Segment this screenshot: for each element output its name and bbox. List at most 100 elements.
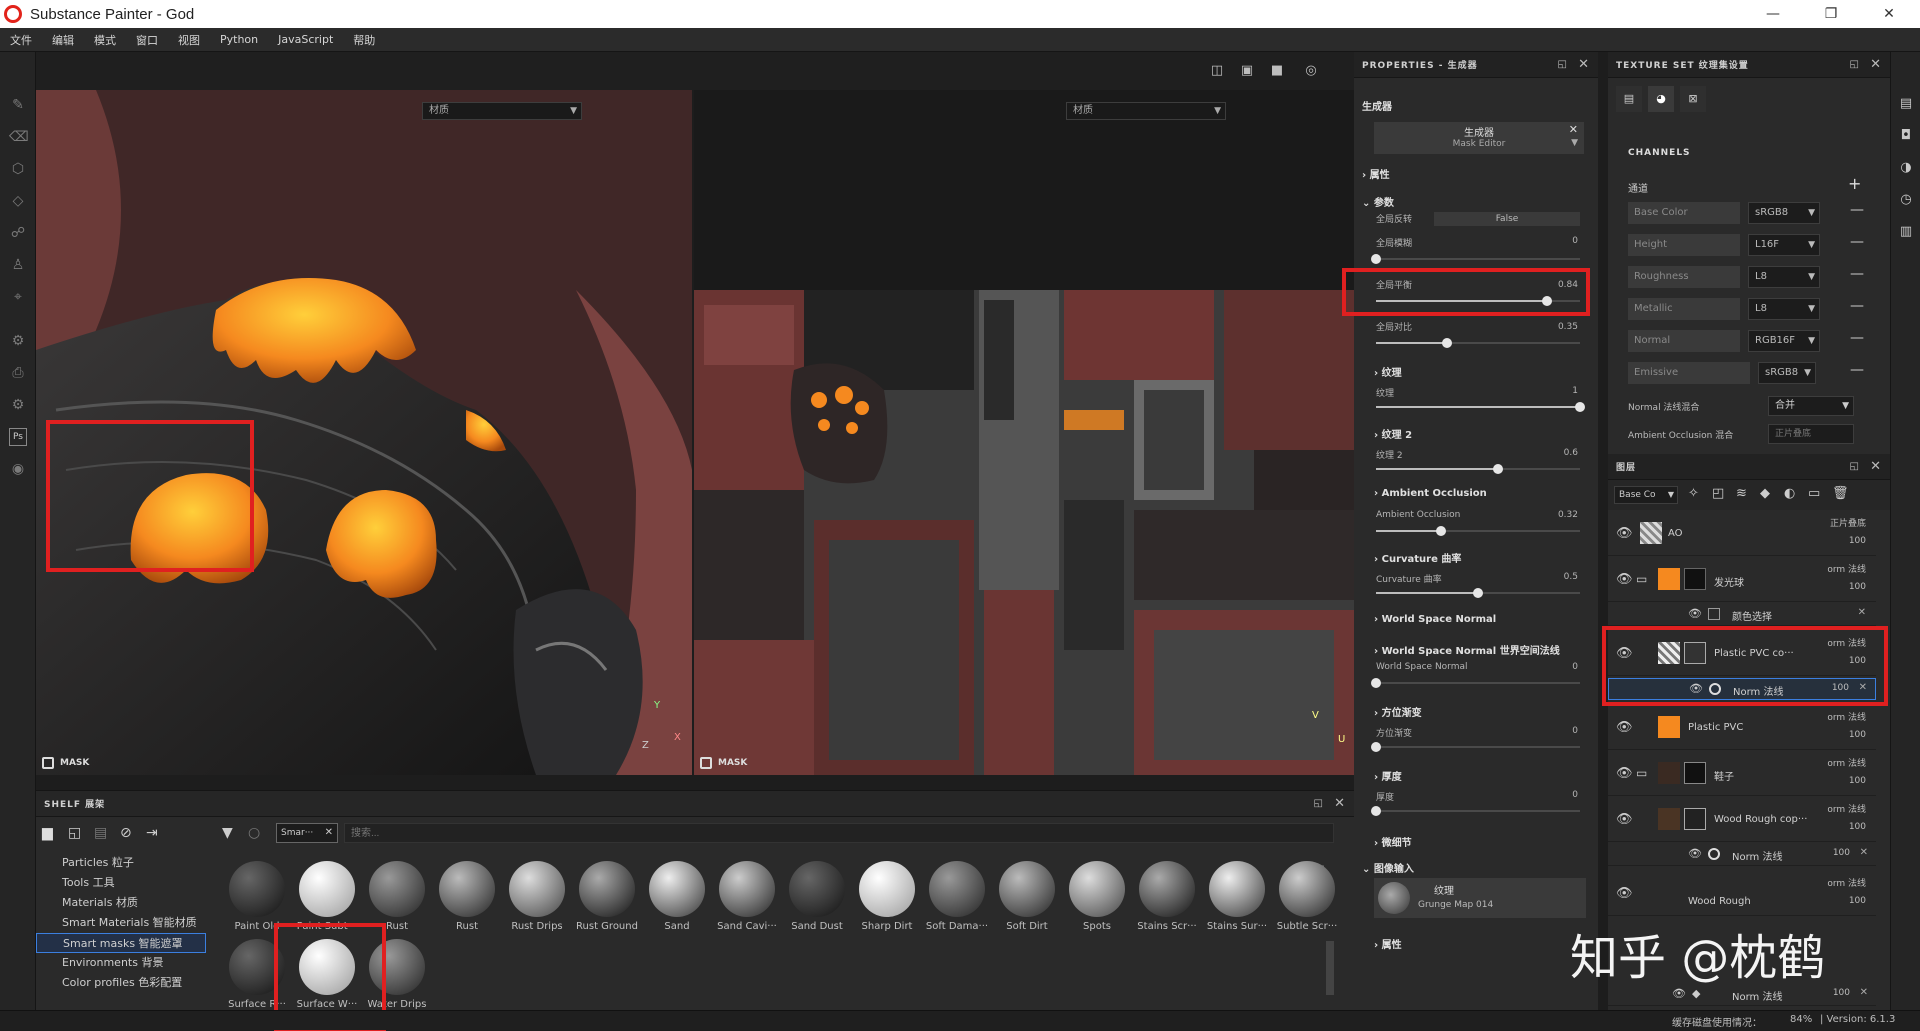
visibility-eye-icon[interactable]: 👁 bbox=[1616, 766, 1633, 781]
wsn-slider[interactable] bbox=[1371, 678, 1580, 688]
hide-icon[interactable]: ⊘ bbox=[120, 825, 132, 841]
layer-blend-mode[interactable]: orm 法线 bbox=[1827, 562, 1866, 575]
camera-icon[interactable]: ◉ bbox=[9, 460, 27, 478]
wsn-section[interactable]: › World Space Normal bbox=[1374, 614, 1618, 625]
slider-knob[interactable] bbox=[1436, 526, 1447, 536]
viewport-2d-material-select[interactable]: 材质 ▼ bbox=[1066, 102, 1226, 120]
thickness-section[interactable]: › 厚度 bbox=[1374, 768, 1618, 783]
remove-channel-button[interactable]: — bbox=[1850, 330, 1864, 346]
wsn2-section[interactable]: › World Space Normal 世界空间法线 bbox=[1374, 642, 1598, 657]
menu-python[interactable]: Python bbox=[210, 33, 268, 46]
visibility-eye-icon[interactable]: 👁 bbox=[1688, 847, 1702, 860]
remove-effect-icon[interactable]: ✕ bbox=[1860, 847, 1868, 858]
remove-effect-icon[interactable]: ✕ bbox=[1860, 987, 1868, 998]
category-item[interactable]: Tools 工具 bbox=[36, 873, 206, 893]
channel-view-select[interactable]: Base Co ▼ bbox=[1614, 486, 1678, 504]
image-input-slot[interactable]: 纹理 Grunge Map 014 bbox=[1374, 878, 1586, 918]
generator-selector[interactable]: 生成器 Mask Editor ✕ ▼ bbox=[1374, 122, 1584, 154]
visibility-eye-icon[interactable]: 👁 bbox=[1616, 572, 1633, 587]
remove-channel-button[interactable]: — bbox=[1850, 362, 1864, 378]
layer-row[interactable]: 👁 ▭ 鞋子 orm 法线 100 bbox=[1608, 752, 1876, 796]
filter-icon[interactable]: ▼ bbox=[222, 825, 233, 841]
layer-blend-mode[interactable]: orm 法线 bbox=[1827, 876, 1866, 889]
image-input-section[interactable]: ⌄ 图像输入 bbox=[1362, 860, 1606, 875]
tab-texture-set-settings-icon[interactable]: ▤ bbox=[1616, 86, 1642, 112]
menu-window[interactable]: 窗口 bbox=[126, 32, 168, 48]
viewport-3d-material-select[interactable]: 材质 ▼ bbox=[422, 102, 582, 120]
shelf-scrollbar[interactable] bbox=[1326, 941, 1334, 995]
slider-knob[interactable] bbox=[1371, 254, 1381, 264]
menu-edit[interactable]: 编辑 bbox=[42, 32, 84, 48]
channel-name[interactable]: Normal bbox=[1628, 330, 1740, 352]
viewport-2d[interactable]: 材质 ▼ MASK V U bbox=[694, 90, 1354, 775]
shelf-item[interactable]: Stains Scr··· bbox=[1132, 861, 1202, 932]
shelf-item[interactable]: Paint Old bbox=[222, 861, 292, 932]
remove-generator-icon[interactable]: ✕ bbox=[1569, 123, 1578, 136]
layer-effect-row[interactable]: 👁 Norm 法线 100 ✕ bbox=[1608, 844, 1876, 866]
curvature-section[interactable]: › Curvature 曲率 bbox=[1374, 550, 1618, 565]
slider-knob[interactable] bbox=[1575, 402, 1585, 412]
shelf-item[interactable]: Rust bbox=[362, 861, 432, 932]
checkbox-icon[interactable] bbox=[1708, 608, 1720, 620]
shelf-item[interactable]: Rust bbox=[432, 861, 502, 932]
layer-opacity[interactable]: 100 bbox=[1849, 536, 1866, 546]
add-fill-layer-icon[interactable]: ◆ bbox=[1760, 486, 1770, 501]
new-folder-icon[interactable]: ◱ bbox=[68, 825, 81, 841]
remove-channel-button[interactable]: — bbox=[1850, 266, 1864, 282]
remove-filter-icon[interactable]: ✕ bbox=[325, 824, 333, 842]
smudge-icon[interactable]: ☍ bbox=[9, 224, 27, 242]
shelf-item[interactable]: Sand Cavi··· bbox=[712, 861, 782, 932]
channel-name[interactable]: Emissive bbox=[1628, 362, 1750, 384]
ao-slider[interactable] bbox=[1376, 526, 1580, 536]
visibility-eye-icon[interactable]: 👁 bbox=[1616, 720, 1633, 735]
export-icon[interactable]: ⎙ bbox=[9, 364, 27, 382]
layer-row[interactable]: 👁 ▭ 发光球 orm 法线 100 bbox=[1608, 558, 1876, 602]
maximize-panel-icon[interactable]: ◱ bbox=[1850, 461, 1860, 472]
thickness-slider[interactable] bbox=[1371, 806, 1580, 816]
log-icon[interactable]: ▥ bbox=[1897, 224, 1915, 242]
slider-knob[interactable] bbox=[1371, 678, 1381, 688]
curvature-slider[interactable] bbox=[1376, 588, 1580, 598]
restore-button[interactable]: ❐ bbox=[1808, 0, 1854, 28]
shelf-item[interactable]: Soft Dirt bbox=[992, 861, 1062, 932]
import-icon[interactable]: ⇥ bbox=[146, 825, 158, 841]
global-blur-slider[interactable] bbox=[1371, 254, 1580, 264]
texture2-section[interactable]: › 纹理 2 bbox=[1374, 426, 1618, 441]
maximize-panel-icon[interactable]: ◱ bbox=[1314, 798, 1324, 809]
delete-layer-icon[interactable]: 🗑 bbox=[1832, 486, 1849, 501]
detail-section[interactable]: › 微细节 bbox=[1374, 834, 1618, 849]
paint-brush-icon[interactable]: ✎ bbox=[9, 96, 27, 114]
texture2-slider[interactable] bbox=[1376, 464, 1580, 474]
layer-blend-mode[interactable]: 正片叠底 bbox=[1830, 516, 1866, 529]
split-view-icon[interactable]: ◫ bbox=[1206, 61, 1228, 81]
layer-opacity[interactable]: 100 bbox=[1849, 582, 1866, 592]
shelf-item[interactable]: Paint Subt··· bbox=[292, 861, 362, 932]
shelf-item[interactable]: Spots bbox=[1062, 861, 1132, 932]
attr-section[interactable]: › 属性 bbox=[1362, 166, 1606, 181]
visibility-eye-icon[interactable]: 👁 bbox=[1616, 526, 1633, 541]
remove-effect-icon[interactable]: ✕ bbox=[1858, 607, 1866, 618]
menu-file[interactable]: 文件 bbox=[0, 32, 42, 48]
slider-knob[interactable] bbox=[1371, 742, 1381, 752]
maximize-panel-icon[interactable]: ◱ bbox=[1558, 59, 1568, 70]
category-item[interactable]: Environments 背景 bbox=[36, 953, 206, 973]
shelf-item[interactable]: Sand bbox=[642, 861, 712, 932]
shelf-item[interactable]: Subtle Scr··· bbox=[1272, 861, 1342, 932]
tab-materials-icon[interactable]: ◕ bbox=[1648, 86, 1674, 112]
normal-mix-select[interactable]: 合并 ▼ bbox=[1768, 396, 1854, 416]
slider-knob[interactable] bbox=[1371, 806, 1381, 816]
channel-format-select[interactable]: L8 ▼ bbox=[1748, 266, 1820, 288]
projection-icon[interactable]: ⬡ bbox=[9, 160, 27, 178]
global-invert-toggle[interactable]: False bbox=[1434, 212, 1580, 226]
remove-channel-button[interactable]: — bbox=[1850, 298, 1864, 314]
params-section[interactable]: ⌄ 参数 bbox=[1362, 194, 1606, 209]
add-folder-icon[interactable]: ▭ bbox=[1808, 486, 1820, 501]
texture-section[interactable]: › 纹理 bbox=[1374, 364, 1618, 379]
direction-slider[interactable] bbox=[1371, 742, 1580, 752]
bake-icon[interactable]: ⚙ bbox=[9, 332, 27, 350]
ao-mix-select[interactable]: 正片叠底 bbox=[1768, 424, 1854, 444]
layer-row[interactable]: 👁 Plastic PVC orm 法线 100 bbox=[1608, 706, 1876, 750]
channel-format-select[interactable]: sRGB8 ▼ bbox=[1758, 362, 1816, 384]
layer-blend-mode[interactable]: orm 法线 bbox=[1827, 710, 1866, 723]
close-panel-icon[interactable]: ✕ bbox=[1334, 796, 1346, 811]
